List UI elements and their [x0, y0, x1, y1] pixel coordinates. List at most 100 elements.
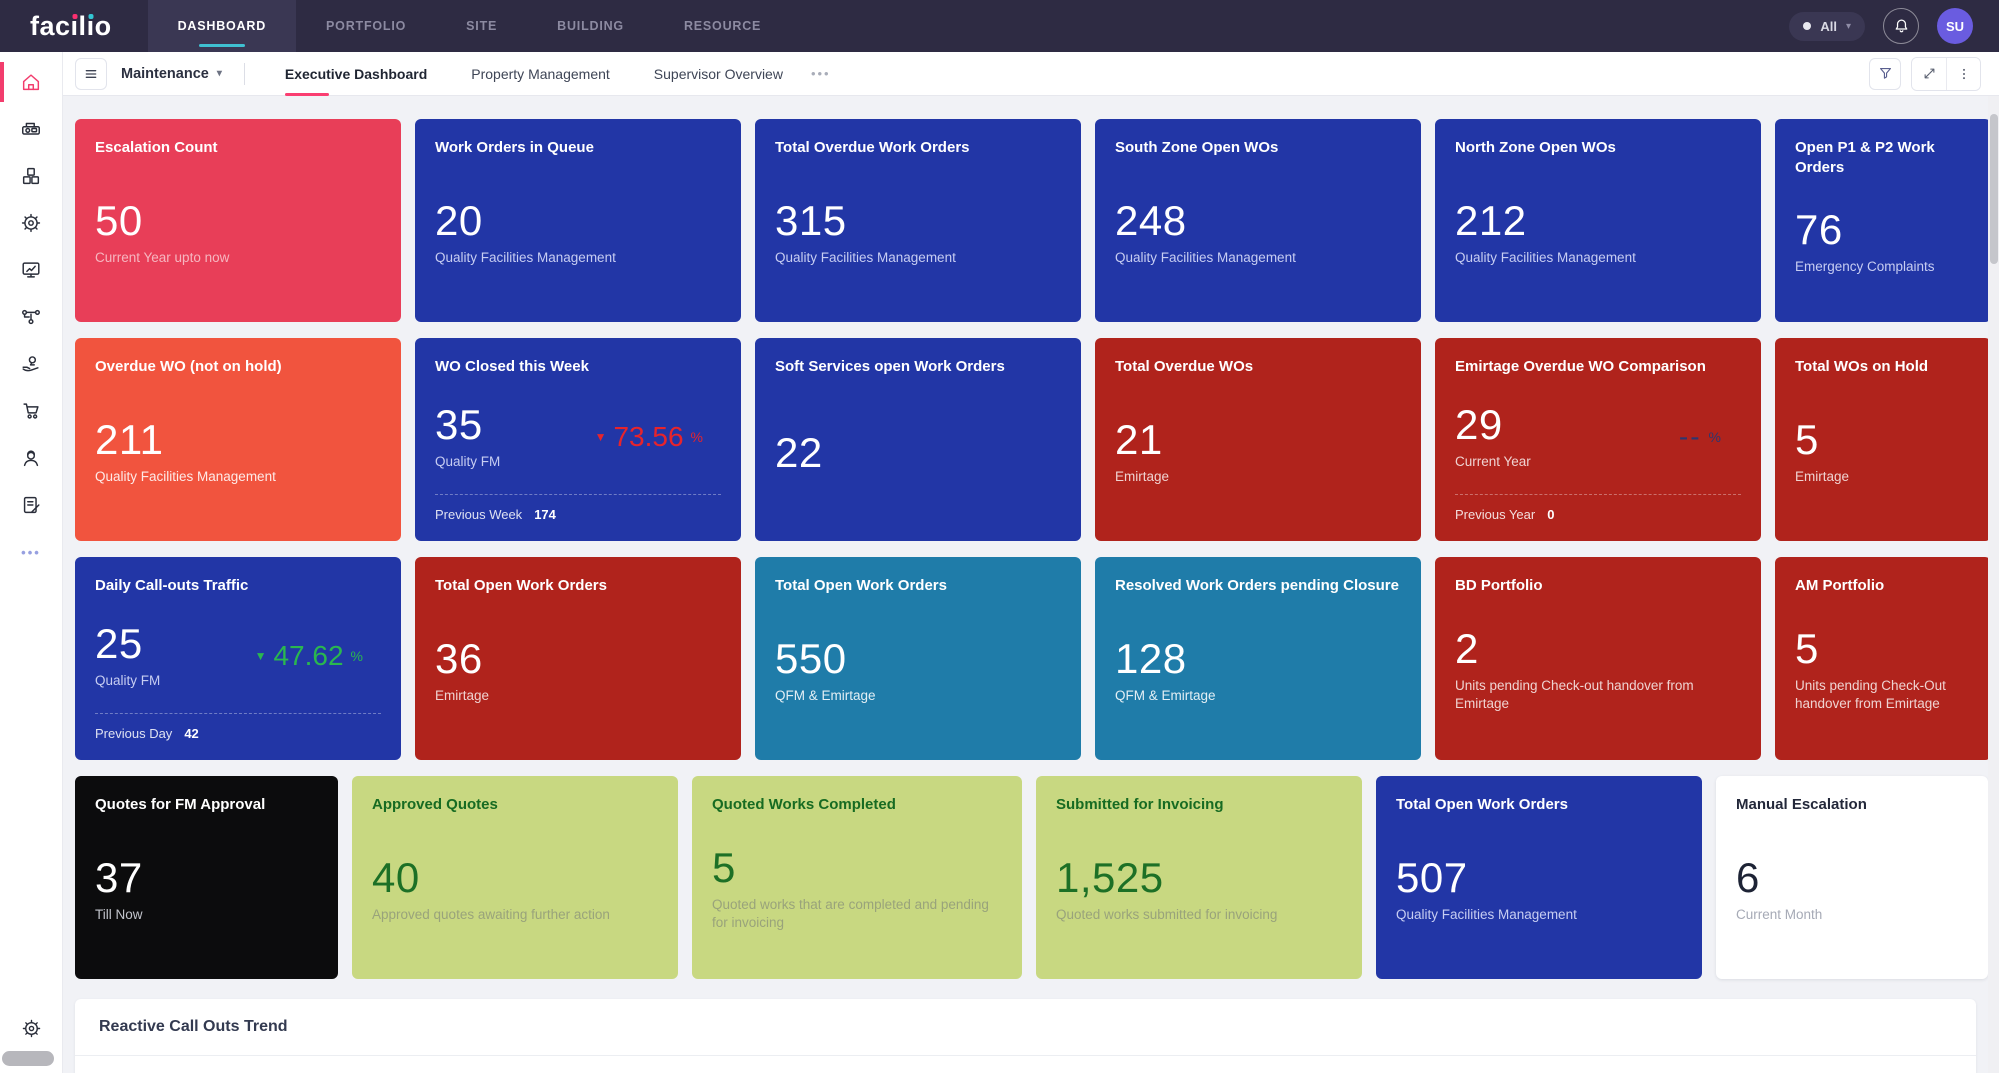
spacer — [775, 705, 1061, 741]
card-value-block: 6Current Month — [1736, 857, 1822, 924]
scrollbar-thumb[interactable] — [1990, 114, 1998, 264]
card-value-row: 128QFM & Emirtage — [1115, 638, 1401, 705]
module-label: Maintenance — [121, 66, 209, 82]
sidebar-item-home[interactable] — [0, 60, 62, 104]
kpi-card-total-wos-on-hold[interactable]: Total WOs on Hold5Emirtage — [1775, 338, 1988, 541]
kpi-card-quoted-works-completed[interactable]: Quoted Works Completed5Quoted works that… — [692, 776, 1022, 979]
card-subtitle: Units pending Check-out handover from Em… — [1455, 677, 1741, 713]
kpi-card-emirtage-overdue-wo-comparison[interactable]: Emirtage Overdue WO Comparison29Current … — [1435, 338, 1761, 541]
nav-item-portfolio[interactable]: PORTFOLIO — [296, 0, 436, 52]
dashboard-list-button[interactable] — [75, 58, 107, 90]
chevron-down-icon: ▾ — [1846, 21, 1851, 32]
divider — [244, 63, 245, 85]
card-value-block: 212Quality Facilities Management — [1455, 200, 1636, 267]
nav-item-building[interactable]: BUILDING — [527, 0, 654, 52]
card-value-row: 211Quality Facilities Management — [95, 419, 381, 486]
tab-executive-dashboard[interactable]: Executive Dashboard — [267, 52, 445, 96]
kpi-card-bd-portfolio[interactable]: BD Portfolio2Units pending Check-out han… — [1435, 557, 1761, 760]
card-row-4: Quotes for FM Approval37Till NowApproved… — [75, 776, 1976, 979]
facilio-logo[interactable]: facılıo — [0, 0, 148, 52]
user-avatar[interactable]: SU — [1937, 8, 1973, 44]
sidebar-item-inventory[interactable] — [0, 154, 62, 198]
kpi-card-total-overdue-wos[interactable]: Total Overdue WOs21Emirtage — [1095, 338, 1421, 541]
card-subtitle: Current Month — [1736, 906, 1822, 924]
kebab-icon — [1957, 67, 1971, 81]
kpi-card-approved-quotes[interactable]: Approved Quotes40Approved quotes awaitin… — [352, 776, 678, 979]
org-scope-selector[interactable]: All ▾ — [1789, 12, 1865, 41]
kpi-card-soft-services-open-work-orders[interactable]: Soft Services open Work Orders22 — [755, 338, 1081, 541]
kpi-card-north-zone-open-wos[interactable]: North Zone Open WOs212Quality Facilities… — [1435, 119, 1761, 322]
sidebar-item-assets[interactable] — [0, 107, 62, 151]
filter-icon — [1877, 65, 1894, 82]
reports-icon — [20, 259, 42, 281]
sidebar-item-workforce[interactable] — [0, 436, 62, 480]
expand-button[interactable] — [1912, 58, 1946, 90]
card-row-2: Overdue WO (not on hold) 211Quality Facil… — [75, 338, 1976, 541]
sidebar-item-reports[interactable] — [0, 248, 62, 292]
card-value: 248 — [1115, 200, 1296, 242]
notifications-button[interactable] — [1883, 8, 1919, 44]
kpi-card-work-orders-in-queue[interactable]: Work Orders in Queue20Quality Facilities… — [415, 119, 741, 322]
panel-body — [75, 1056, 1976, 1073]
kpi-card-submitted-for-invoicing[interactable]: Submitted for Invoicing1,525Quoted works… — [1036, 776, 1362, 979]
spacer — [1795, 596, 1971, 628]
card-value-block: 22 — [775, 432, 823, 474]
options-button[interactable] — [1946, 58, 1980, 90]
sidebar-collapse-handle[interactable] — [2, 1051, 54, 1066]
card-title: Overdue WO (not on hold) — [95, 357, 381, 377]
kpi-card-total-open-work-orders[interactable]: Total Open Work Orders550QFM & Emirtage — [755, 557, 1081, 760]
kpi-card-wo-closed-this-week[interactable]: WO Closed this Week35Quality FM▼73.56%Pr… — [415, 338, 741, 541]
card-footer: Previous Year0 — [1455, 494, 1741, 522]
spacer — [372, 815, 658, 857]
nav-item-resource[interactable]: RESOURCE — [654, 0, 791, 52]
card-title: Total Open Work Orders — [435, 576, 721, 596]
kpi-card-open-p1-p2-work-orders[interactable]: Open P1 & P2 Work Orders76Emergency Comp… — [1775, 119, 1988, 322]
kpi-card-daily-call-outs-traffic[interactable]: Daily Call-outs Traffic25Quality FM▼47.6… — [75, 557, 401, 760]
sidebar-item-settings[interactable] — [0, 1006, 62, 1050]
procurement-icon — [20, 400, 42, 422]
delta-value: -- — [1679, 421, 1702, 453]
workforce-icon — [20, 447, 42, 469]
kpi-card-escalation-count[interactable]: Escalation Count50Current Year upto now — [75, 119, 401, 322]
card-value: 211 — [95, 419, 276, 461]
kpi-card-total-overdue-work-orders[interactable]: Total Overdue Work Orders315Quality Faci… — [755, 119, 1081, 322]
delta-unit: % — [1709, 429, 1723, 445]
spacer — [435, 705, 721, 741]
kpi-card-total-open-work-orders[interactable]: Total Open Work Orders507Quality Facilit… — [1376, 776, 1702, 979]
vertical-scrollbar[interactable] — [1988, 96, 1999, 1073]
nav-item-dashboard[interactable]: DASHBOARD — [148, 0, 296, 52]
sidebar-item-services[interactable] — [0, 342, 62, 386]
tab-property-management[interactable]: Property Management — [453, 52, 628, 96]
kpi-card-south-zone-open-wos[interactable]: South Zone Open WOs248Quality Facilities… — [1095, 119, 1421, 322]
card-title: Quotes for FM Approval — [95, 795, 318, 815]
card-value: 22 — [775, 432, 823, 474]
sidebar-item-notes[interactable] — [0, 483, 62, 527]
spacer — [1115, 158, 1401, 200]
sidebar-item-procurement[interactable] — [0, 389, 62, 433]
primary-nav: DASHBOARDPORTFOLIOSITEBUILDINGRESOURCE — [148, 0, 792, 52]
home-icon — [20, 71, 42, 93]
tab-supervisor-overview[interactable]: Supervisor Overview — [636, 52, 801, 96]
nav-item-site[interactable]: SITE — [436, 0, 527, 52]
card-title: Total Overdue Work Orders — [775, 138, 1061, 158]
filter-button[interactable] — [1869, 58, 1901, 90]
footer-value: 174 — [534, 507, 556, 522]
delta-unit: % — [691, 429, 703, 445]
kpi-card-am-portfolio[interactable]: AM Portfolio5Units pending Check-Out han… — [1775, 557, 1988, 760]
kpi-card-resolved-work-orders-pending-closure[interactable]: Resolved Work Orders pending Closure128Q… — [1095, 557, 1421, 760]
card-value-block: 21Emirtage — [1115, 419, 1169, 486]
card-value-row: 25Quality FM▼47.62% — [95, 623, 381, 690]
card-title: Submitted for Invoicing — [1056, 795, 1342, 815]
sidebar-item-maintenance[interactable] — [0, 201, 62, 245]
sidebar-item-workflow[interactable] — [0, 295, 62, 339]
kpi-card-total-open-work-orders[interactable]: Total Open Work Orders36Emirtage — [415, 557, 741, 760]
sidebar-item-more[interactable]: ••• — [0, 530, 62, 574]
card-value: 37 — [95, 857, 143, 899]
kpi-card-manual-escalation[interactable]: Manual Escalation6Current Month — [1716, 776, 1988, 979]
kpi-card-overdue-wo-not-on-hold[interactable]: Overdue WO (not on hold) 211Quality Facil… — [75, 338, 401, 541]
arrow-down-icon: ▼ — [255, 649, 267, 663]
more-tabs-button[interactable]: ••• — [801, 66, 841, 81]
kpi-card-quotes-for-fm-approval[interactable]: Quotes for FM Approval37Till Now — [75, 776, 338, 979]
card-subtitle: Quality Facilities Management — [775, 249, 956, 267]
module-selector[interactable]: Maintenance ▾ — [121, 66, 222, 82]
